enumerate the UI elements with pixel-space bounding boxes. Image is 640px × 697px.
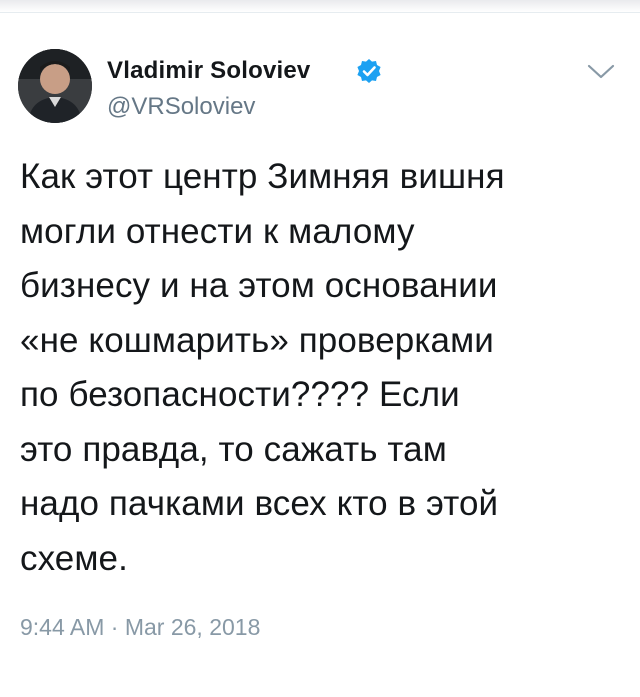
- timestamp-separator: ·: [110, 614, 119, 640]
- avatar[interactable]: [18, 49, 92, 123]
- top-divider: [0, 0, 640, 13]
- tweet-time: 9:44 AM: [20, 614, 105, 640]
- tweet-card: Vladimir Soloviev @VRSoloviev Как этот ц…: [0, 14, 640, 694]
- tweet-timestamp[interactable]: 9:44 AM · Mar 26, 2018: [20, 614, 260, 641]
- display-name[interactable]: Vladimir Soloviev: [107, 57, 310, 85]
- tweet-date: Mar 26, 2018: [124, 614, 261, 640]
- user-handle[interactable]: @VRSoloviev: [107, 93, 255, 121]
- verified-badge-icon: [357, 59, 381, 83]
- tweet-text: Как этот центр Зимняя вишня могли отнест…: [20, 157, 505, 578]
- chevron-down-icon[interactable]: [586, 62, 616, 82]
- avatar-image: [18, 49, 92, 123]
